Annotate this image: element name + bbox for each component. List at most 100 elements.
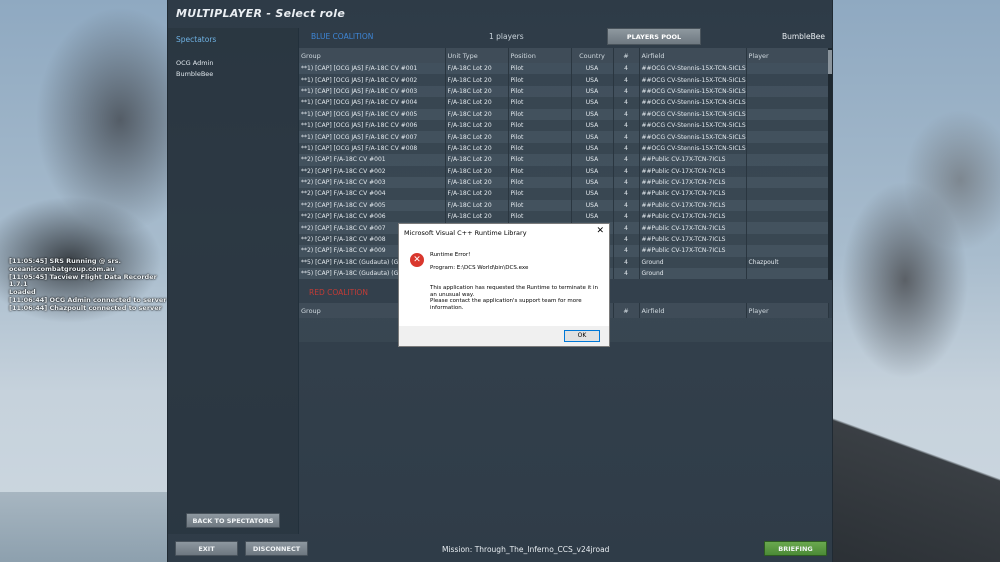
spectators-title[interactable]: Spectators: [176, 35, 216, 44]
cell-airfield: ##Public CV-17X-TCN-7ICLS: [639, 222, 747, 234]
dialog-heading: Runtime Error!: [430, 252, 471, 258]
cell-country: USA: [571, 176, 614, 189]
blue-coalition-label[interactable]: BLUE COALITION: [311, 32, 373, 41]
cell-group: **2) [CAP] F/A-18C CV #002: [299, 165, 446, 177]
cell-group: **2) [CAP] F/A-18C CV #003: [299, 176, 446, 189]
cell-unit-type: F/A-18C Lot 20: [445, 142, 509, 155]
spectator-item[interactable]: BumbleBee: [176, 69, 213, 80]
table-row[interactable]: **2) [CAP] F/A-18C CV #004 F/A-18C Lot 20…: [299, 188, 829, 200]
cell-position: Pilot: [508, 176, 572, 189]
column-header-country[interactable]: Country: [571, 48, 614, 63]
table-row[interactable]: **2) [CAP] F/A-18C CV #003 F/A-18C Lot 20…: [299, 176, 829, 189]
column-header-airfield[interactable]: Airfield: [639, 303, 747, 318]
cell-country: USA: [571, 199, 614, 212]
cell-country: USA: [571, 211, 614, 223]
disconnect-button[interactable]: DISCONNECT: [245, 541, 308, 556]
cell-player: [746, 211, 829, 223]
column-header-count[interactable]: #: [613, 303, 640, 318]
cell-count: 4: [613, 211, 640, 223]
cell-airfield: ##OCG CV-Stennis-15X-TCN-5ICLS: [639, 97, 747, 109]
close-icon[interactable]: ✕: [596, 226, 604, 236]
cell-group: **2) [CAP] F/A-18C CV #006: [299, 211, 446, 223]
cell-country: USA: [571, 188, 614, 200]
cell-airfield: ##Public CV-17X-TCN-7ICLS: [639, 188, 747, 200]
table-row[interactable]: **1) [CAP] [OCG JAS] F/A-18C CV #008 F/A-…: [299, 142, 829, 155]
page-title: MULTIPLAYER - Select role: [176, 7, 346, 20]
scrollbar-thumb[interactable]: [828, 50, 832, 74]
players-count: 1 players: [489, 32, 524, 41]
table-row[interactable]: **1) [CAP] [OCG JAS] F/A-18C CV #002 F/A-…: [299, 74, 829, 86]
cell-position: Pilot: [508, 154, 572, 166]
table-row[interactable]: **1) [CAP] [OCG JAS] F/A-18C CV #004 F/A-…: [299, 97, 829, 109]
cell-airfield: ##Public CV-17X-TCN-7ICLS: [639, 165, 747, 177]
cell-count: 4: [613, 97, 640, 109]
cell-count: 4: [613, 108, 640, 120]
ok-button[interactable]: OK: [564, 330, 600, 342]
cell-player: [746, 176, 829, 189]
cell-player: [746, 74, 829, 86]
cell-unit-type: F/A-18C Lot 20: [445, 154, 509, 166]
cell-group: **1) [CAP] [OCG JAS] F/A-18C CV #003: [299, 85, 446, 98]
column-header-airfield[interactable]: Airfield: [639, 48, 747, 63]
mission-name: Mission: Through_The_Inferno_CCS_v24jroa…: [442, 545, 610, 554]
cell-group: **1) [CAP] [OCG JAS] F/A-18C CV #001: [299, 63, 446, 75]
cell-player: [746, 233, 829, 246]
spectator-item[interactable]: OCG Admin: [176, 58, 213, 69]
cell-country: USA: [571, 85, 614, 98]
cell-count: 4: [613, 142, 640, 155]
cell-unit-type: F/A-18C Lot 20: [445, 131, 509, 143]
cell-count: 4: [613, 154, 640, 166]
table-row[interactable]: **1) [CAP] [OCG JAS] F/A-18C CV #005 F/A-…: [299, 108, 829, 120]
blue-coalition-header: BLUE COALITION 1 players PLAYERS POOL Bu…: [301, 28, 833, 46]
cell-group: **1) [CAP] [OCG JAS] F/A-18C CV #002: [299, 74, 446, 86]
cell-player: [746, 119, 829, 132]
dialog-message-support: Please contact the application's support…: [430, 298, 582, 311]
cell-airfield: ##OCG CV-Stennis-15X-TCN-5ICLS: [639, 63, 747, 75]
briefing-button[interactable]: BRIEFING: [764, 541, 827, 556]
cell-player: [746, 63, 829, 75]
table-row[interactable]: **1) [CAP] [OCG JAS] F/A-18C CV #006 F/A-…: [299, 119, 829, 132]
table-row[interactable]: **1) [CAP] [OCG JAS] F/A-18C CV #003 F/A-…: [299, 85, 829, 98]
column-header-position[interactable]: Position: [508, 48, 572, 63]
table-row[interactable]: **2) [CAP] F/A-18C CV #001 F/A-18C Lot 20…: [299, 154, 829, 166]
cell-position: Pilot: [508, 74, 572, 86]
cell-count: 4: [613, 245, 640, 257]
cell-group: **1) [CAP] [OCG JAS] F/A-18C CV #006: [299, 119, 446, 132]
back-to-spectators-button[interactable]: BACK TO SPECTATORS: [186, 513, 280, 528]
cell-player: [746, 165, 829, 177]
column-header-player[interactable]: Player: [746, 303, 829, 318]
cell-unit-type: F/A-18C Lot 20: [445, 108, 509, 120]
cell-unit-type: F/A-18C Lot 20: [445, 85, 509, 98]
cell-position: Pilot: [508, 211, 572, 223]
table-row[interactable]: **2) [CAP] F/A-18C CV #002 F/A-18C Lot 20…: [299, 165, 829, 177]
exit-button[interactable]: EXIT: [175, 541, 238, 556]
cell-player: [746, 142, 829, 155]
table-row[interactable]: **2) [CAP] F/A-18C CV #005 F/A-18C Lot 20…: [299, 199, 829, 212]
cell-position: Pilot: [508, 142, 572, 155]
red-coalition-label[interactable]: RED COALITION: [309, 288, 368, 297]
table-row[interactable]: **1) [CAP] [OCG JAS] F/A-18C CV #007 F/A-…: [299, 131, 829, 143]
cell-count: 4: [613, 119, 640, 132]
column-header-group[interactable]: Group: [299, 48, 446, 63]
cell-country: USA: [571, 119, 614, 132]
table-row[interactable]: **2) [CAP] F/A-18C CV #006 F/A-18C Lot 20…: [299, 211, 829, 223]
cell-player: [746, 188, 829, 200]
cell-count: 4: [613, 131, 640, 143]
spectators-list: OCG Admin BumbleBee: [176, 58, 213, 80]
column-header-unit-type[interactable]: Unit Type: [445, 48, 509, 63]
table-row[interactable]: **1) [CAP] [OCG JAS] F/A-18C CV #001 F/A-…: [299, 63, 829, 75]
column-header-player[interactable]: Player: [746, 48, 829, 63]
cell-player: [746, 85, 829, 98]
slots-scrollbar[interactable]: [828, 48, 832, 280]
cell-airfield: ##OCG CV-Stennis-15X-TCN-5ICLS: [639, 131, 747, 143]
cell-position: Pilot: [508, 108, 572, 120]
column-header-count[interactable]: #: [613, 48, 640, 63]
cell-country: USA: [571, 74, 614, 86]
players-pool-button[interactable]: PLAYERS POOL: [607, 28, 701, 45]
cell-position: Pilot: [508, 63, 572, 75]
cell-group: **1) [CAP] [OCG JAS] F/A-18C CV #005: [299, 108, 446, 120]
cell-group: **2) [CAP] F/A-18C CV #001: [299, 154, 446, 166]
cell-airfield: Ground: [639, 256, 747, 269]
cell-unit-type: F/A-18C Lot 20: [445, 165, 509, 177]
cell-count: 4: [613, 199, 640, 212]
